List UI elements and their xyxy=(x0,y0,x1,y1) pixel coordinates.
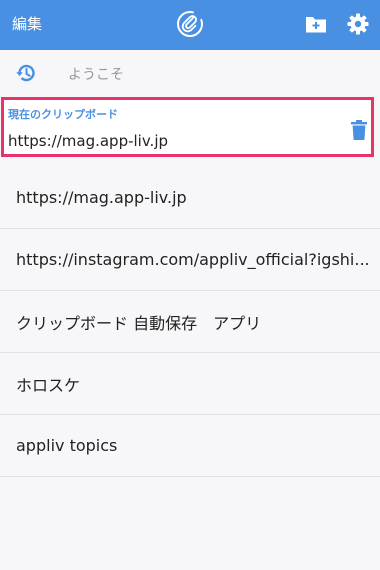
folder-add-icon[interactable] xyxy=(304,12,328,36)
welcome-row[interactable]: ようこそ xyxy=(0,50,380,94)
edit-button[interactable]: 編集 xyxy=(12,14,42,34)
gear-icon[interactable] xyxy=(346,12,370,36)
list-item[interactable]: ホロスケ xyxy=(0,353,380,415)
current-clipboard-card[interactable]: 現在のクリップボード https://mag.app-liv.jp xyxy=(1,97,374,157)
trash-icon[interactable] xyxy=(350,119,368,141)
current-clipboard-value: https://mag.app-liv.jp xyxy=(8,132,169,150)
paperclip-circle-icon xyxy=(177,11,203,37)
list-item[interactable]: クリップボード 自動保存 アプリ xyxy=(0,291,380,353)
list-item[interactable]: appliv topics xyxy=(0,415,380,477)
clipboard-history-list: https://mag.app-liv.jp https://instagram… xyxy=(0,167,380,477)
current-clipboard-label: 現在のクリップボード xyxy=(8,108,118,121)
list-item[interactable]: https://instagram.com/appliv_official?ig… xyxy=(0,229,380,291)
history-icon[interactable] xyxy=(14,61,38,85)
list-item[interactable]: https://mag.app-liv.jp xyxy=(0,167,380,229)
welcome-text: ようこそ xyxy=(68,67,124,83)
header-bar: 編集 xyxy=(0,0,380,50)
